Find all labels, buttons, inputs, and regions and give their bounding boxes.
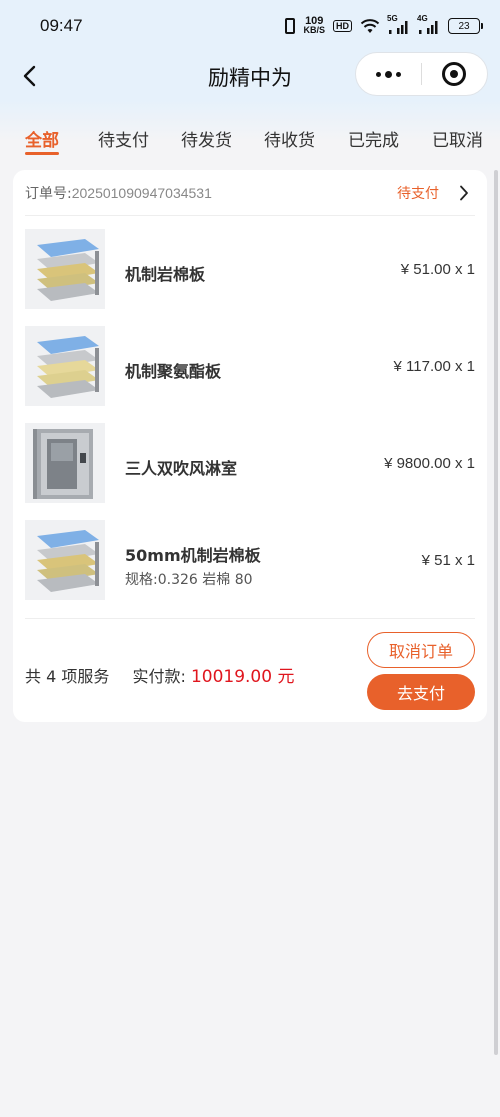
tab-pending-payment[interactable]: 待支付: [98, 126, 149, 151]
signal-4g-label: 4G: [417, 14, 428, 23]
order-tabs: 全部 待支付 待发货 待收货 已完成 已取消: [0, 100, 500, 168]
battery-icon: 23: [448, 18, 483, 34]
vibrate-icon: [285, 18, 296, 34]
net-speed-unit: KB/S: [303, 25, 325, 35]
product-price: ¥ 9800.00 x 1: [384, 455, 475, 472]
product-image-polyurethane-board: [25, 326, 105, 406]
product-image-air-shower-room: [25, 423, 105, 503]
net-speed: 109 KB/S: [303, 16, 325, 35]
tab-completed[interactable]: 已完成: [348, 126, 399, 151]
status-time: 09:47: [40, 16, 83, 35]
tab-pending-shipment[interactable]: 待发货: [181, 126, 232, 151]
signal-5g-label: 5G: [387, 14, 398, 23]
active-tab-indicator: [25, 152, 59, 155]
product-spec: 规格:0.326 岩棉 80: [125, 572, 253, 588]
more-dot-icon: [376, 71, 381, 77]
product-price: ¥ 117.00 x 1: [393, 358, 475, 375]
product-name: 机制岩棉板: [125, 265, 206, 284]
product-price: ¥ 51 x 1: [421, 552, 475, 569]
order-item[interactable]: 三人双吹风淋室 ¥ 9800.00 x 1: [25, 423, 475, 503]
status-icons: 109 KB/S HD 5G 4G 23: [285, 14, 483, 35]
order-number: 202501090947034531: [71, 184, 212, 201]
signal-4g-icon: 4G: [417, 14, 440, 34]
item-count: 共 4 项服务: [25, 667, 110, 686]
tab-all[interactable]: 全部: [25, 126, 59, 151]
product-price: ¥ 51.00 x 1: [400, 261, 475, 278]
order-status: 待支付: [397, 185, 439, 202]
chevron-right-icon[interactable]: [459, 185, 475, 201]
order-item[interactable]: 机制岩棉板 ¥ 51.00 x 1: [25, 229, 475, 309]
order-summary: 共 4 项服务 实付款: 10019.00 元: [25, 662, 294, 687]
product-name: 机制聚氨酯板: [125, 362, 222, 381]
cancel-order-button[interactable]: 取消订单: [367, 632, 475, 668]
wifi-icon: [360, 18, 380, 34]
product-name: 50mm机制岩棉板: [125, 546, 261, 565]
product-image-50mm-rock-wool-board: [25, 520, 105, 600]
product-name: 三人双吹风淋室: [125, 459, 238, 478]
hd-badge: HD: [333, 20, 352, 32]
order-header[interactable]: 订单号: 202501090947034531 待支付: [25, 170, 475, 216]
close-mini-program-button[interactable]: [422, 53, 487, 95]
order-number-label: 订单号:: [25, 185, 72, 202]
paid-label: 实付款:: [132, 667, 186, 686]
order-card[interactable]: 订单号: 202501090947034531 待支付 机制岩棉板 ¥ 51.0…: [13, 170, 487, 722]
mini-program-capsule: [355, 52, 488, 96]
target-circle-icon: [442, 62, 467, 86]
pay-button[interactable]: 去支付: [367, 674, 475, 710]
more-button[interactable]: [356, 53, 421, 95]
signal-5g-icon: 5G: [387, 14, 410, 34]
more-dot-icon: [385, 70, 392, 78]
order-item[interactable]: 机制聚氨酯板 ¥ 117.00 x 1: [25, 326, 475, 406]
divider: [25, 618, 475, 619]
scrollbar[interactable]: [494, 170, 498, 1055]
nav-bar: 励精中为: [0, 52, 500, 100]
tab-cancelled[interactable]: 已取消: [432, 126, 483, 151]
status-bar: 09:47 109 KB/S HD 5G 4G 23: [0, 0, 500, 52]
battery-level: 23: [458, 20, 470, 32]
product-image-rock-wool-board: [25, 229, 105, 309]
total-amount: 10019.00 元: [190, 667, 295, 687]
order-item[interactable]: 50mm机制岩棉板 规格:0.326 岩棉 80 ¥ 51 x 1: [25, 520, 475, 600]
tab-pending-receipt[interactable]: 待收货: [264, 126, 315, 151]
more-dot-icon: [396, 71, 401, 77]
